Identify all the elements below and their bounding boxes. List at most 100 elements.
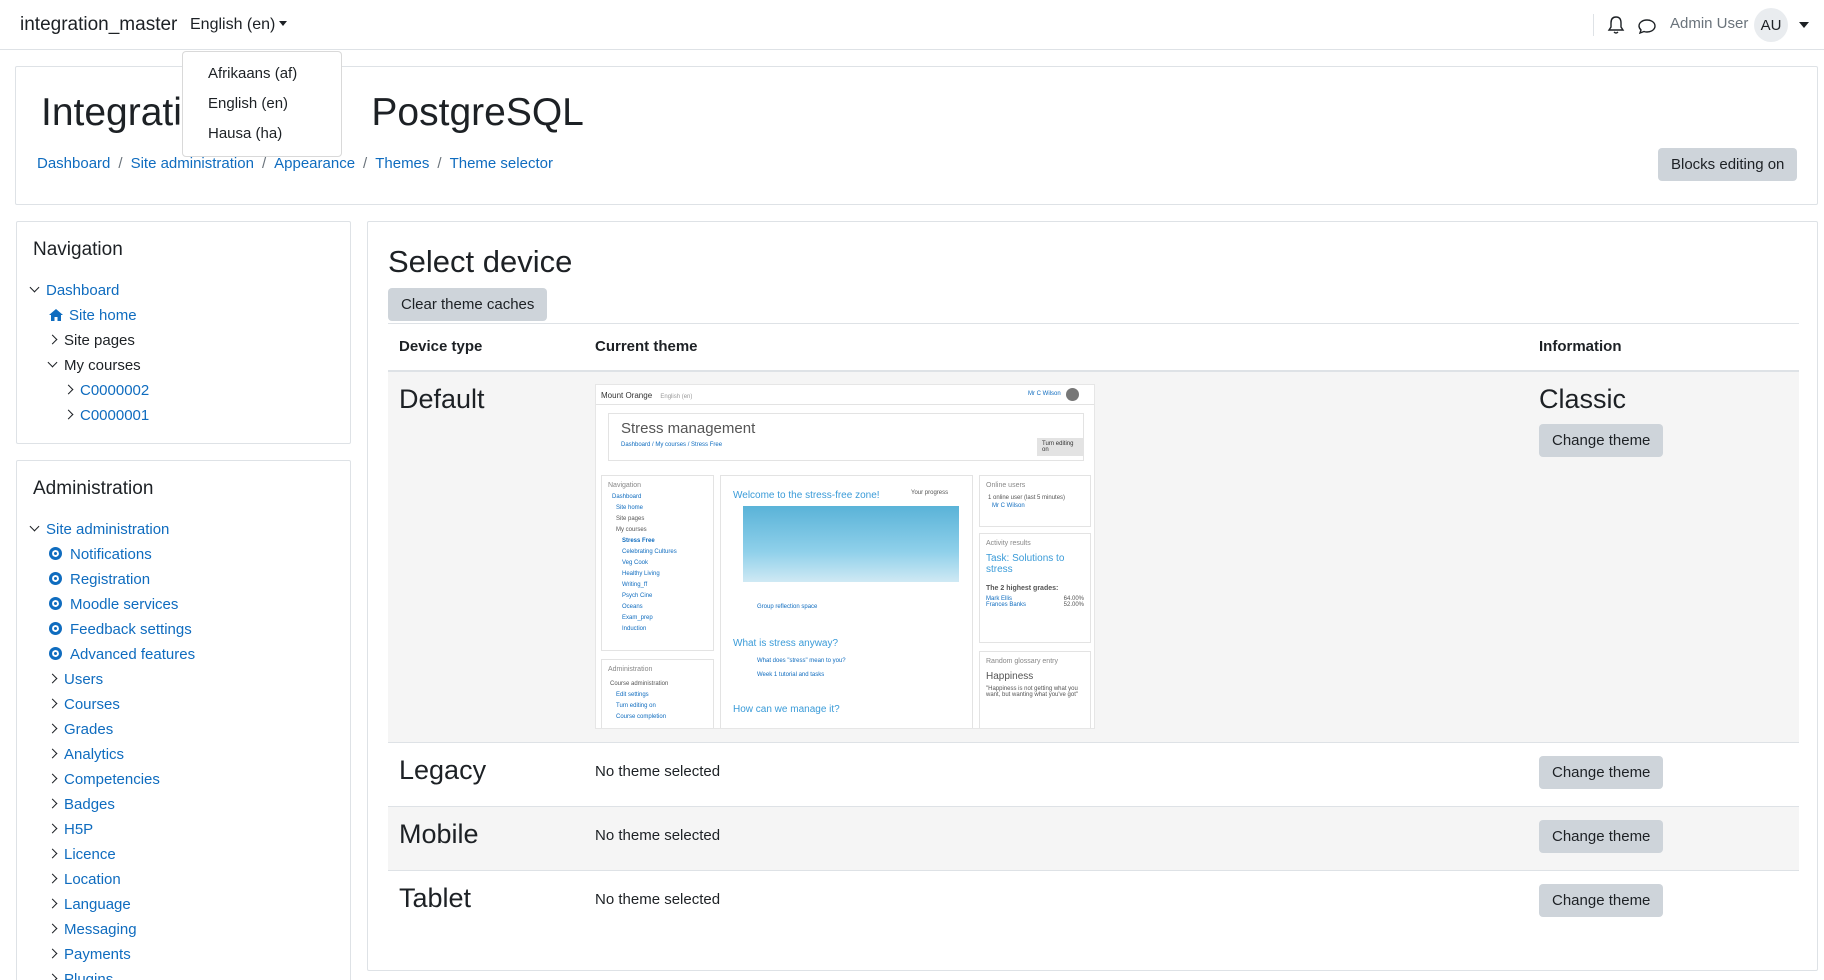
- language-option-ha[interactable]: Hausa (ha): [183, 120, 341, 150]
- admin-item-moodle-services[interactable]: Moodle services: [31, 592, 195, 617]
- admin-item-label[interactable]: H5P: [64, 821, 93, 838]
- admin-item-notifications[interactable]: Notifications: [31, 542, 195, 567]
- admin-item-label[interactable]: Badges: [64, 796, 115, 813]
- clear-theme-caches-button[interactable]: Clear theme caches: [388, 288, 548, 321]
- change-theme-button-tablet[interactable]: Change theme: [1539, 884, 1664, 917]
- preview-banner-image: [743, 506, 959, 582]
- preview-online-user: Mr C Wilson: [992, 503, 1025, 509]
- nav-item-label[interactable]: C0000001: [80, 407, 149, 424]
- admin-item-grades[interactable]: Grades: [31, 717, 195, 742]
- column-information: Information: [1539, 338, 1622, 355]
- blocks-editing-button[interactable]: Blocks editing on: [1658, 148, 1798, 181]
- change-theme-button-default[interactable]: Change theme: [1539, 424, 1664, 457]
- change-theme-button-mobile[interactable]: Change theme: [1539, 820, 1664, 853]
- admin-item-messaging[interactable]: Messaging: [31, 917, 195, 942]
- admin-item-payments[interactable]: Payments: [31, 942, 195, 967]
- chevron-right-icon: [47, 923, 58, 934]
- admin-item-location[interactable]: Location: [31, 867, 195, 892]
- admin-item-label[interactable]: Users: [64, 671, 103, 688]
- preview-nav-item: Dashboard: [612, 494, 642, 500]
- navigation-block: Navigation Dashboard Site home Site page…: [16, 221, 351, 444]
- preview-nav-item: Healthy Living: [622, 571, 660, 577]
- language-option-af[interactable]: Afrikaans (af): [183, 60, 341, 90]
- admin-item-label[interactable]: Courses: [64, 696, 120, 713]
- admin-item-label[interactable]: Plugins: [64, 971, 113, 980]
- table-header: Device type Current theme Information: [388, 323, 1799, 372]
- admin-item-plugins[interactable]: Plugins: [31, 967, 195, 980]
- breadcrumb-appearance[interactable]: Appearance: [274, 155, 355, 172]
- chevron-right-icon: [63, 384, 74, 395]
- admin-item-label[interactable]: Competencies: [64, 771, 160, 788]
- table-row-mobile: Mobile No theme selected Change theme: [388, 807, 1799, 871]
- chevron-right-icon: [47, 673, 58, 684]
- nav-item-dashboard[interactable]: Dashboard: [29, 278, 149, 303]
- admin-item-competencies[interactable]: Competencies: [31, 767, 195, 792]
- preview-activity-title: Activity results: [986, 540, 1031, 547]
- nav-item-site-home[interactable]: Site home: [31, 303, 149, 328]
- preview-section-2: What is stress anyway?: [733, 638, 839, 649]
- admin-item-feedback-settings[interactable]: Feedback settings: [31, 617, 195, 642]
- preview-glossary-quote: "Happiness is not getting what you want,…: [986, 686, 1078, 698]
- preview-nav-title: Navigation: [608, 482, 642, 489]
- breadcrumb-theme-selector[interactable]: Theme selector: [450, 155, 553, 172]
- nav-item-label[interactable]: Dashboard: [46, 282, 119, 299]
- admin-item-label[interactable]: Language: [64, 896, 131, 913]
- chevron-right-icon: [63, 409, 74, 420]
- gear-icon: [49, 647, 62, 660]
- admin-item-label[interactable]: Registration: [70, 571, 150, 588]
- admin-item-licence[interactable]: Licence: [31, 842, 195, 867]
- change-theme-button-legacy[interactable]: Change theme: [1539, 756, 1664, 789]
- bell-icon[interactable]: [1607, 15, 1625, 35]
- nav-item-course-c0000002[interactable]: C0000002: [31, 378, 149, 403]
- admin-item-label[interactable]: Notifications: [70, 546, 152, 563]
- admin-item-h5p[interactable]: H5P: [31, 817, 195, 842]
- home-icon: [49, 309, 63, 321]
- chevron-right-icon: [47, 898, 58, 909]
- admin-item-advanced-features[interactable]: Advanced features: [31, 642, 195, 667]
- preview-header: Stress management Dashboard / My courses…: [608, 413, 1084, 461]
- admin-item-label[interactable]: Messaging: [64, 921, 137, 938]
- admin-item-users[interactable]: Users: [31, 667, 195, 692]
- admin-item-label[interactable]: Grades: [64, 721, 113, 738]
- preview-nav-item: Site home: [616, 505, 644, 511]
- breadcrumb-site-administration[interactable]: Site administration: [131, 155, 254, 172]
- chat-bubble-icon[interactable]: [1637, 16, 1657, 36]
- breadcrumb-themes[interactable]: Themes: [375, 155, 429, 172]
- user-name[interactable]: Admin User: [1670, 15, 1748, 32]
- admin-item-label[interactable]: Location: [64, 871, 121, 888]
- admin-item-badges[interactable]: Badges: [31, 792, 195, 817]
- device-name: Mobile: [399, 819, 479, 849]
- language-option-en[interactable]: English (en): [183, 90, 341, 120]
- admin-item-label[interactable]: Feedback settings: [70, 621, 192, 638]
- language-menu-toggle[interactable]: English (en): [190, 16, 288, 34]
- site-brand[interactable]: integration_master: [20, 14, 177, 36]
- admin-item-label[interactable]: Licence: [64, 846, 116, 863]
- preview-grade-value: 52.00%: [1063, 602, 1084, 608]
- breadcrumb-dashboard[interactable]: Dashboard: [37, 155, 110, 172]
- admin-item-label[interactable]: Advanced features: [70, 646, 195, 663]
- admin-item-courses[interactable]: Courses: [31, 692, 195, 717]
- nav-item-my-courses[interactable]: My courses: [31, 353, 149, 378]
- preview-group-space: Group reflection space: [757, 604, 818, 610]
- admin-item-language[interactable]: Language: [31, 892, 195, 917]
- table-row-legacy: Legacy No theme selected Change theme: [388, 743, 1799, 807]
- preview-nav-block: Navigation Dashboard Site home Site page…: [601, 475, 714, 651]
- admin-item-site-administration[interactable]: Site administration: [29, 517, 195, 542]
- user-menu-caret-icon[interactable]: [1799, 22, 1809, 28]
- nav-item-site-pages[interactable]: Site pages: [31, 328, 149, 353]
- preview-grades-title: The 2 highest grades:: [986, 585, 1059, 592]
- nav-item-course-c0000001[interactable]: C0000001: [31, 403, 149, 428]
- user-avatar[interactable]: AU: [1754, 8, 1788, 42]
- preview-site: Mount Orange: [601, 391, 653, 400]
- admin-item-analytics[interactable]: Analytics: [31, 742, 195, 767]
- admin-item-label[interactable]: Site administration: [46, 521, 169, 538]
- preview-nav-item: Psych Cine: [622, 593, 653, 599]
- gear-icon: [49, 547, 62, 560]
- admin-item-label[interactable]: Moodle services: [70, 596, 178, 613]
- nav-item-label[interactable]: C0000002: [80, 382, 149, 399]
- admin-item-registration[interactable]: Registration: [31, 567, 195, 592]
- column-current-theme: Current theme: [595, 338, 698, 355]
- admin-item-label[interactable]: Payments: [64, 946, 131, 963]
- admin-item-label[interactable]: Analytics: [64, 746, 124, 763]
- nav-item-label[interactable]: Site home: [69, 307, 137, 324]
